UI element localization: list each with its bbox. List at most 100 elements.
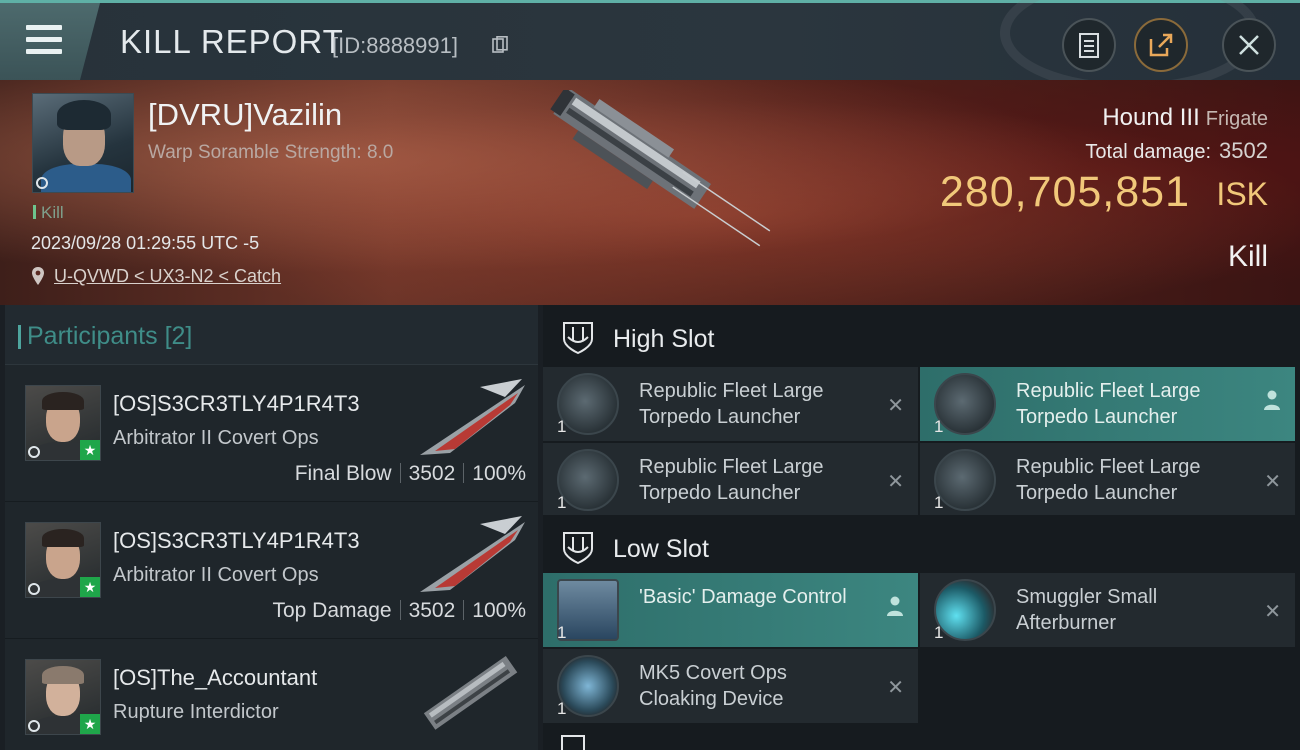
destroyed-icon: ✕ [887, 677, 904, 699]
dropped-person-icon [887, 596, 903, 616]
fitting-panel: High Slot 1 Republic Fleet Large Torpedo… [543, 305, 1300, 750]
destroyed-icon: ✕ [1264, 471, 1281, 493]
participants-panel: Participants [2] ★ [OS]S3CR3TLY4P1R4T3 A… [5, 305, 538, 750]
star-icon: ★ [80, 440, 100, 460]
participants-count: [2] [164, 322, 193, 350]
module-quantity: 1 [557, 493, 567, 512]
isk-unit: ISK [1216, 176, 1268, 212]
high-slot-icon [563, 322, 593, 355]
module-item[interactable]: 1 Smuggler Small Afterburner ✕ [920, 573, 1295, 647]
participant-role: Top Damage [272, 599, 392, 622]
module-item[interactable]: 1 MK5 Covert Ops Cloaking Device ✕ [543, 649, 918, 723]
participants-title-text: Participants [27, 322, 158, 350]
hamburger-icon [26, 25, 62, 55]
next-slot-icon [561, 735, 585, 750]
dropped-person-icon [1264, 390, 1280, 410]
isk-value: 280,705,851 [939, 168, 1190, 216]
destroyed-icon: ✕ [1264, 601, 1281, 623]
copy-icon[interactable] [492, 36, 508, 54]
total-damage-value: 3502 [1219, 138, 1268, 163]
module-name: Republic Fleet Large Torpedo Launcher [1016, 380, 1201, 428]
destroyed-icon: ✕ [887, 471, 904, 493]
participant-damage: 3502 [408, 599, 456, 622]
participant-name: [OS]The_Accountant [113, 665, 318, 690]
low-slot-icon [563, 532, 593, 565]
module-item[interactable]: 1 'Basic' Damage Control [543, 573, 918, 647]
participant-role: Final Blow [294, 462, 392, 485]
module-name: MK5 Covert Ops Cloaking Device [639, 662, 787, 710]
share-icon [1149, 33, 1173, 57]
ship-class: Frigate [1205, 108, 1268, 130]
low-slot-label: Low Slot [613, 535, 709, 563]
participant-name: [OS]S3CR3TLY4P1R4T3 [113, 391, 360, 416]
corp-icon [36, 177, 48, 189]
destroyed-icon: ✕ [887, 395, 904, 417]
report-button[interactable] [1062, 18, 1116, 72]
result-label: Kill [1227, 240, 1268, 273]
corp-icon [28, 583, 40, 595]
clipboard-icon [1079, 33, 1099, 58]
participant-stats: Top Damage 3502 100% [272, 599, 526, 623]
victim-portrait[interactable] [32, 93, 134, 193]
module-name: 'Basic' Damage Control [639, 586, 847, 608]
participant-avatar[interactable]: ★ [25, 522, 101, 598]
module-quantity: 1 [557, 417, 567, 436]
kill-datetime: 2023/09/28 01:29:55 UTC -5 [31, 233, 260, 253]
participant-ship: Arbitrator II Covert Ops [113, 564, 319, 586]
module-quantity: 1 [934, 493, 944, 512]
participant-row[interactable]: ★ [OS]S3CR3TLY4P1R4T3 Arbitrator II Cove… [5, 365, 538, 502]
module-item[interactable]: 1 Republic Fleet Large Torpedo Launcher [920, 367, 1295, 441]
participant-percent: 100% [472, 462, 526, 485]
star-icon: ★ [80, 577, 100, 597]
report-id: [ID:8888991] [332, 33, 458, 58]
victim-ship-image[interactable] [520, 90, 780, 280]
close-icon [1239, 35, 1259, 55]
participant-ship: Arbitrator II Covert Ops [113, 427, 319, 449]
close-button[interactable] [1222, 18, 1276, 72]
module-quantity: 1 [557, 623, 567, 642]
module-name: Republic Fleet Large Torpedo Launcher [639, 456, 824, 504]
module-name: Smuggler Small Afterburner [1016, 586, 1158, 634]
participant-ship-image [420, 516, 525, 592]
module-quantity: 1 [934, 417, 944, 436]
page-title: KILL REPORT [120, 23, 344, 60]
participant-ship-image [420, 379, 525, 455]
module-item[interactable]: 1 Republic Fleet Large Torpedo Launcher … [920, 443, 1295, 517]
participant-avatar[interactable]: ★ [25, 385, 101, 461]
low-slot-header: Low Slot [543, 515, 1300, 577]
kill-location-link[interactable]: U-QVWD < UX3-N2 < Catch [54, 266, 281, 287]
location-pin-icon [32, 267, 44, 285]
module-name: Republic Fleet Large Torpedo Launcher [1016, 456, 1201, 504]
victim-name[interactable]: [DVRU]Vazilin [148, 97, 342, 133]
module-item[interactable]: 1 Republic Fleet Large Torpedo Launcher … [543, 443, 918, 517]
module-item[interactable]: 1 Republic Fleet Large Torpedo Launcher … [543, 367, 918, 441]
high-slot-header: High Slot [543, 305, 1300, 367]
participant-stats: Final Blow 3502 100% [295, 462, 526, 486]
victim-ship-name: Hound III Frigate [1102, 104, 1268, 132]
menu-button[interactable] [0, 3, 100, 80]
corp-icon [28, 720, 40, 732]
corp-icon [28, 446, 40, 458]
high-slot-label: High Slot [613, 325, 715, 353]
victim-banner: [DVRU]Vazilin Warp Soramble Strength: 8.… [0, 80, 1300, 305]
participant-ship: Rupture Interdictor [113, 701, 279, 723]
ship-name-text: Hound III [1102, 104, 1200, 131]
participant-damage: 3502 [408, 462, 456, 485]
participant-row[interactable]: ★ [OS]S3CR3TLY4P1R4T3 Arbitrator II Cove… [5, 502, 538, 639]
module-name: Republic Fleet Large Torpedo Launcher [639, 380, 824, 428]
star-icon: ★ [80, 714, 100, 734]
participant-name: [OS]S3CR3TLY4P1R4T3 [113, 528, 360, 553]
participant-avatar[interactable]: ★ [25, 659, 101, 735]
participants-title: Participants [2] [17, 322, 193, 351]
warp-scramble-strength: Warp Soramble Strength: 8.0 [148, 142, 394, 163]
participant-ship-image [423, 655, 518, 730]
participants-header: Participants [2] [5, 305, 538, 365]
module-quantity: 1 [557, 699, 567, 718]
share-button[interactable] [1134, 18, 1188, 72]
module-quantity: 1 [934, 623, 944, 642]
total-damage: Total damage: 3502 [1085, 138, 1268, 164]
kill-tag: Kill [33, 203, 64, 223]
participant-percent: 100% [472, 599, 526, 622]
participant-row[interactable]: ★ [OS]The_Accountant Rupture Interdictor [5, 639, 538, 750]
total-damage-label: Total damage: [1085, 141, 1212, 163]
